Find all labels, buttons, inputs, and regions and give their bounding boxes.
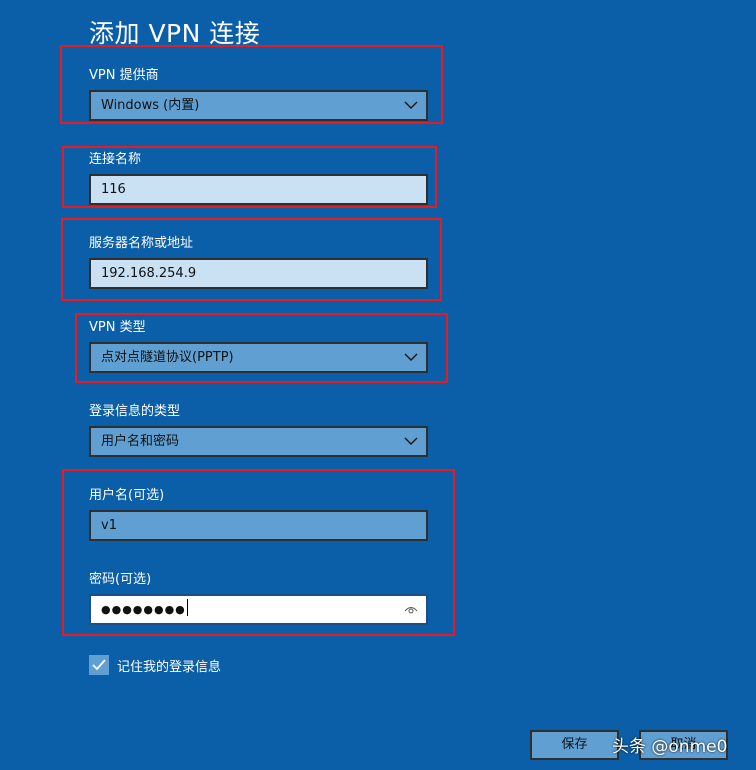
vpn-type-label: VPN 类型	[89, 320, 146, 335]
vpn-provider-select[interactable]: Windows (内置)	[89, 90, 428, 121]
username-label: 用户名(可选)	[89, 488, 165, 503]
reveal-password-icon[interactable]	[404, 604, 418, 615]
vpn-type-value: 点对点隧道协议(PPTP)	[101, 350, 234, 365]
vpn-type-field: VPN 类型 点对点隧道协议(PPTP)	[89, 316, 428, 373]
password-value: ●●●●●●●●	[101, 603, 186, 616]
vpn-provider-label: VPN 提供商	[89, 68, 159, 83]
remember-signin-row[interactable]: 记住我的登录信息	[89, 655, 221, 675]
password-input[interactable]: ●●●●●●●●	[89, 594, 428, 625]
save-button[interactable]: 保存	[530, 730, 619, 760]
signin-type-select[interactable]: 用户名和密码	[89, 426, 428, 457]
remember-checkbox[interactable]	[89, 655, 109, 675]
username-field: 用户名(可选) v1	[89, 484, 428, 541]
connection-name-input[interactable]: 116	[89, 174, 428, 205]
connection-name-label: 连接名称	[89, 152, 142, 167]
vpn-provider-field: VPN 提供商 Windows (内置)	[89, 64, 428, 121]
password-field: 密码(可选) ●●●●●●●●	[89, 568, 428, 625]
checkmark-icon	[92, 659, 106, 671]
server-label: 服务器名称或地址	[89, 236, 194, 251]
username-value: v1	[101, 518, 117, 533]
chevron-down-icon	[404, 353, 418, 361]
server-value: 192.168.254.9	[101, 266, 197, 281]
connection-name-field: 连接名称 116	[89, 148, 428, 205]
chevron-down-icon	[404, 101, 418, 109]
remember-label: 记住我的登录信息	[117, 659, 222, 675]
username-input[interactable]: v1	[89, 510, 428, 541]
signin-type-field: 登录信息的类型 用户名和密码	[89, 400, 428, 457]
watermark-text: 头条 @onme0	[612, 737, 728, 757]
vpn-type-select[interactable]: 点对点隧道协议(PPTP)	[89, 342, 428, 373]
text-caret	[186, 599, 188, 616]
signin-type-value: 用户名和密码	[101, 434, 180, 449]
connection-name-value: 116	[101, 182, 126, 197]
server-field: 服务器名称或地址 192.168.254.9	[89, 232, 428, 289]
password-label: 密码(可选)	[89, 572, 152, 587]
server-input[interactable]: 192.168.254.9	[89, 258, 428, 289]
vpn-provider-value: Windows (内置)	[101, 98, 200, 113]
signin-type-label: 登录信息的类型	[89, 404, 181, 419]
chevron-down-icon	[404, 437, 418, 445]
